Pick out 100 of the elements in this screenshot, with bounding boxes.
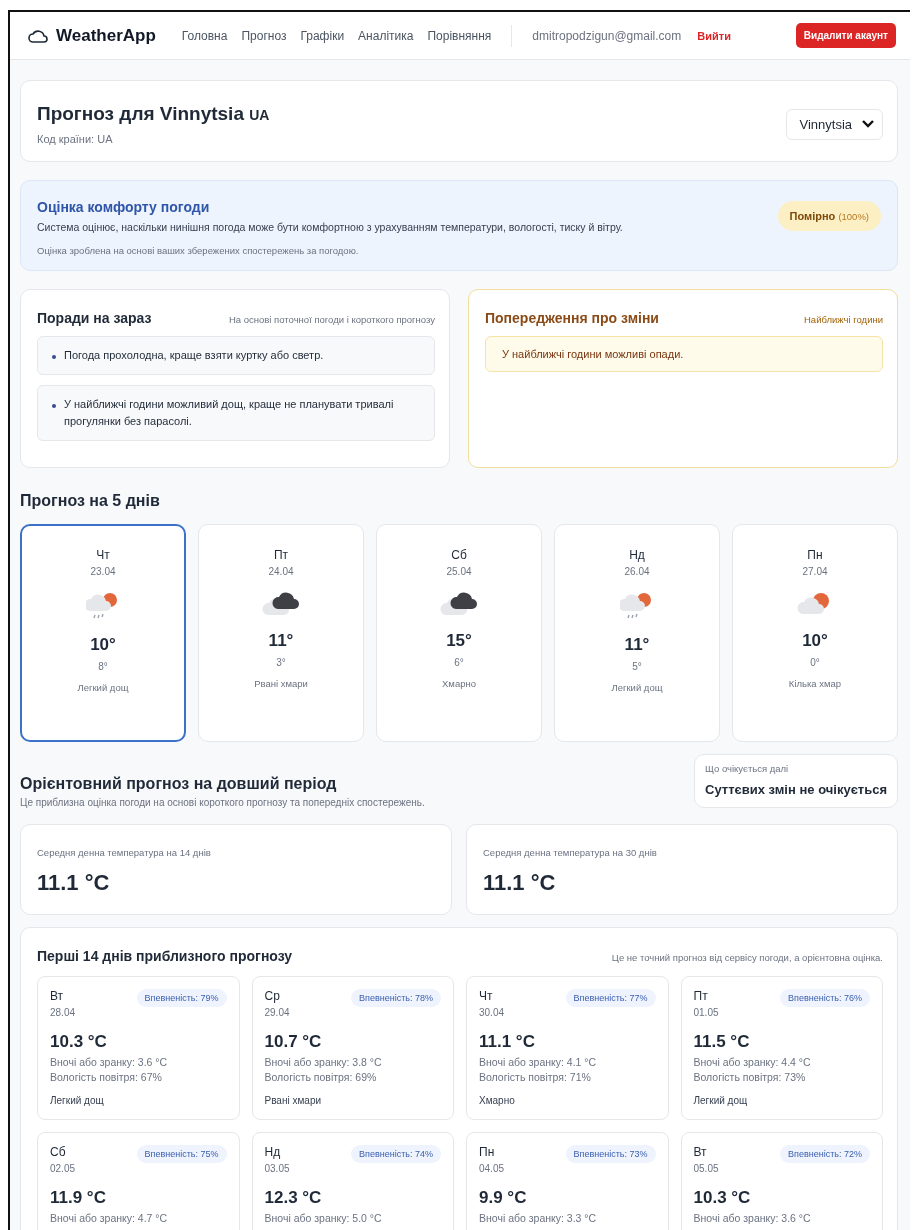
dark-clouds-icon — [440, 591, 478, 617]
day-date: 27.04 — [802, 566, 828, 577]
humidity-text: Вологість повітря: 73% — [693, 1071, 807, 1083]
outlook-value: Суттєвих змін не очікується — [705, 782, 887, 797]
forecast-day-card[interactable]: Чт 23.04 10° 8° Легкий дощ — [20, 524, 186, 742]
section-subtitle: Це приблизна оцінка погоди на основі короткого прогнозу та попередніх спостережень. — [20, 797, 425, 808]
approx-title: Перші 14 днів приблизного прогнозу — [37, 948, 293, 964]
nav-link[interactable]: Порівняння — [427, 28, 492, 43]
app-logo[interactable]: WeatherApp — [56, 25, 156, 46]
day-temp: 11.5 °C — [693, 1032, 751, 1052]
day-name: Нд — [629, 548, 645, 562]
day-name: Сб — [451, 548, 467, 562]
confidence-badge: Впевненість: 74% — [351, 1145, 441, 1163]
night-temp: Вночі або зранку: 5.0 °C — [264, 1212, 383, 1224]
day-name: Пн — [807, 548, 823, 562]
condition-text: Рвані хмари — [264, 1095, 323, 1106]
average-value: 11.1 °C — [37, 870, 111, 896]
comfort-note: Оцінка зроблена на основі ваших збережених спостережень за погодою. — [37, 245, 360, 256]
condition-text: Рвані хмари — [254, 678, 308, 689]
low-temp: 3° — [276, 657, 286, 668]
day-name: Чт — [96, 548, 110, 562]
forecast-day-card[interactable]: Сб 25.04 15° 6° Хмарно — [376, 524, 542, 742]
night-temp: Вночі або зранку: 3.6 °C — [50, 1056, 169, 1068]
day-name: Чт — [479, 989, 493, 1003]
user-email: dmitropodzigun@gmail.com — [532, 28, 682, 43]
night-temp: Вночі або зранку: 3.8 °C — [264, 1056, 383, 1068]
day-name: Пт — [273, 548, 289, 562]
warning-item: У найближчі години можливі опади. — [485, 336, 883, 372]
day-date: 04.05 — [479, 1163, 506, 1174]
cloud-sun-rain-icon — [86, 591, 120, 621]
night-temp: Вночі або зранку: 3.6 °C — [693, 1212, 812, 1224]
confidence-badge: Впевненість: 72% — [780, 1145, 870, 1163]
day-date: 05.05 — [693, 1163, 720, 1174]
delete-account-button[interactable]: Видалити акаунт — [795, 23, 896, 48]
day-date: 28.04 — [50, 1007, 77, 1018]
day-temp: 11.1 °C — [479, 1032, 536, 1052]
country-code: Код країни: UA — [37, 133, 114, 145]
night-temp: Вночі або зранку: 4.7 °C — [50, 1212, 169, 1224]
night-temp: Вночі або зранку: 4.4 °C — [693, 1056, 812, 1068]
night-temp: Вночі або зранку: 3.3 °C — [479, 1212, 598, 1224]
day-date: 26.04 — [624, 566, 650, 577]
day-date: 02.05 — [50, 1163, 77, 1174]
approx-note: Це не точний прогноз від сервісу погоди, а орієнтовна оцінка. — [611, 952, 883, 963]
tip-item: У найближчі години можливий дощ, краще не планувати тривалі прогулянки без парасолі. — [37, 385, 435, 441]
comfort-description: Система оцінює, наскільки нинішня погода може бути комфортною з урахуванням температури, вологості, тиску й вітру. — [37, 221, 623, 233]
high-temp: 11° — [624, 635, 650, 655]
day-name: Ср — [264, 989, 280, 1003]
low-temp: 0° — [810, 657, 820, 668]
high-temp: 10° — [802, 631, 828, 651]
tip-item: Погода прохолодна, краще взяти куртку або светр. — [37, 336, 435, 375]
day-name: Вт — [693, 1145, 707, 1159]
day-date: 23.04 — [90, 566, 116, 577]
low-temp: 8° — [98, 661, 108, 672]
cloud-icon — [28, 27, 48, 44]
day-date: 03.05 — [264, 1163, 291, 1174]
day-date: 25.04 — [446, 566, 472, 577]
high-temp: 11° — [268, 631, 294, 651]
tips-subtitle: На основі поточної погоди і короткого прогнозу — [228, 314, 435, 325]
country-code-label: UA — [249, 107, 270, 123]
comfort-title: Оцінка комфорту погоди — [37, 199, 211, 215]
day-name: Пт — [693, 989, 708, 1003]
condition-text: Легкий дощ — [693, 1095, 749, 1106]
day-date: 30.04 — [479, 1007, 506, 1018]
confidence-badge: Впевненість: 77% — [565, 989, 656, 1007]
nav-link[interactable]: Аналітика — [358, 28, 414, 43]
condition-text: Легкий дощ — [77, 682, 129, 693]
high-temp: 10° — [90, 635, 116, 655]
day-name: Вт — [50, 989, 64, 1003]
high-temp: 15° — [446, 631, 472, 651]
nav-link[interactable]: Головна — [181, 28, 228, 43]
confidence-badge: Впевненість: 75% — [136, 1145, 227, 1163]
forecast-day-card[interactable]: Пн 27.04 10° 0° Кілька хмар — [732, 524, 898, 742]
average-label: Середня денна температура на 30 днів — [483, 847, 658, 858]
day-temp: 11.9 °C — [50, 1188, 107, 1208]
day-date: 24.04 — [268, 566, 294, 577]
forecast-day-card[interactable]: Нд 26.04 11° 5° Легкий дощ — [554, 524, 720, 742]
section-title: Прогноз на 5 днів — [20, 492, 161, 510]
chevron-down-icon — [862, 120, 874, 128]
city-select[interactable]: Vinnytsia — [786, 108, 883, 140]
low-temp: 5° — [632, 661, 642, 672]
comfort-badge: Помірно (100%) — [777, 201, 881, 231]
confidence-badge: Впевненість: 73% — [565, 1145, 656, 1163]
condition-text: Легкий дощ — [611, 682, 663, 693]
condition-text: Кілька хмар — [788, 678, 842, 689]
logout-link[interactable]: Вийти — [697, 29, 731, 42]
humidity-text: Вологість повітря: 69% — [264, 1071, 378, 1083]
section-title: Орієнтовний прогноз на довший період — [20, 775, 338, 793]
condition-text: Хмарно — [479, 1095, 516, 1106]
nav-link[interactable]: Прогноз — [241, 28, 287, 43]
outlook-label: Що очікується далі — [705, 763, 790, 774]
day-temp: 10.3 °C — [693, 1188, 752, 1208]
day-temp: 12.3 °C — [264, 1188, 323, 1208]
warnings-subtitle: Найближчі години — [804, 314, 883, 325]
humidity-text: Вологість повітря: 71% — [479, 1071, 592, 1083]
forecast-day-card[interactable]: Пт 24.04 11° 3° Рвані хмари — [198, 524, 364, 742]
average-value: 11.1 °C — [483, 870, 557, 896]
low-temp: 6° — [454, 657, 464, 668]
humidity-text: Вологість повітря: 67% — [50, 1071, 163, 1083]
nav-link[interactable]: Графіки — [300, 28, 345, 43]
day-date: 01.05 — [693, 1007, 720, 1018]
